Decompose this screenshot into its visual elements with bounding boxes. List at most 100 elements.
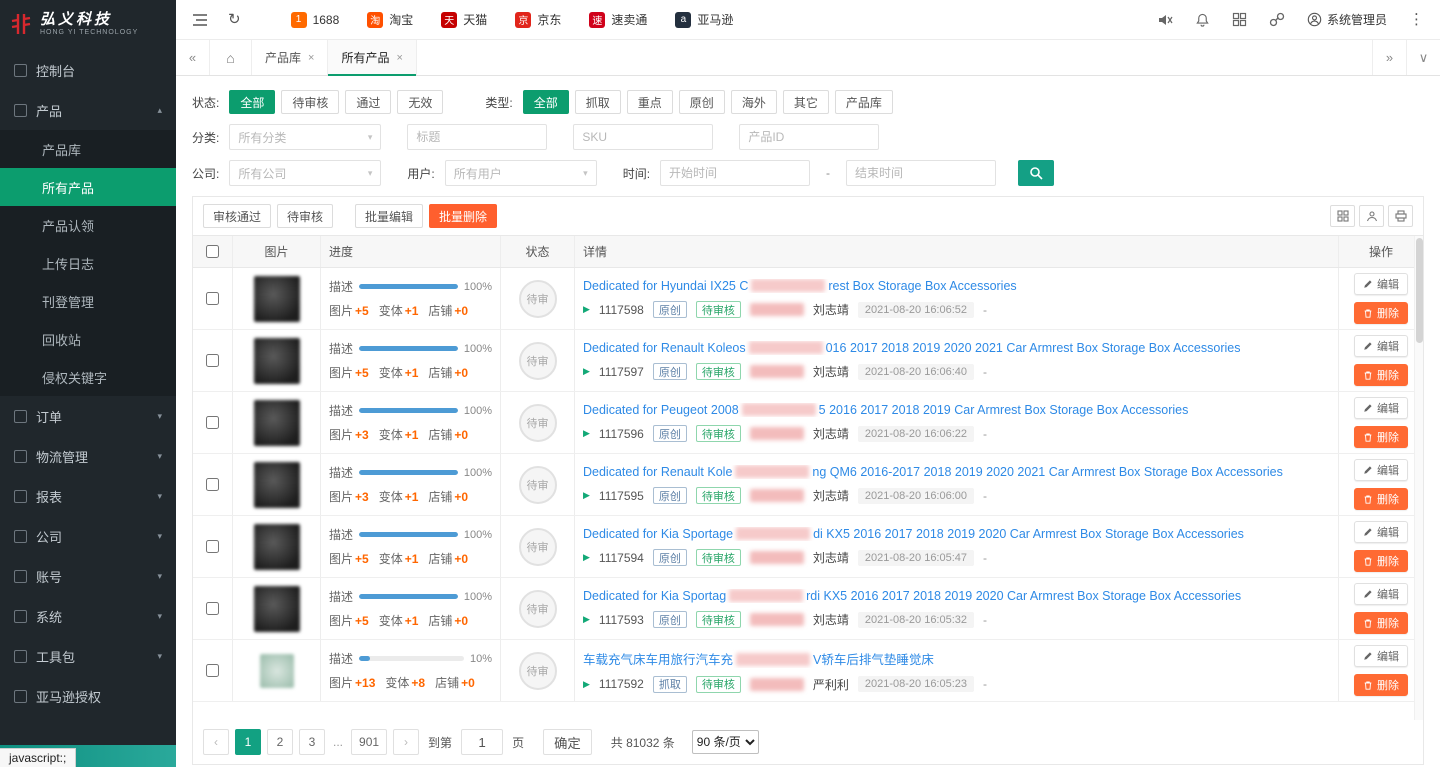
type-option-button[interactable]: 重点 [627, 90, 673, 114]
sidebar-subitem[interactable]: 产品库 [0, 130, 176, 168]
product-title-link[interactable]: Dedicated for Hyundai IX25 Crest Box Sto… [583, 279, 1017, 293]
pagination-page-button[interactable]: 901 [351, 729, 387, 755]
collapse-menu-icon[interactable] [192, 13, 208, 27]
search-button[interactable] [1018, 160, 1054, 186]
row-checkbox[interactable] [206, 416, 219, 429]
product-title-link[interactable]: Dedicated for Renault Koleng QM6 2016-20… [583, 465, 1283, 479]
pagination-page-button[interactable]: 2 [267, 729, 293, 755]
expand-play-icon[interactable]: ▶ [583, 304, 590, 315]
print-icon[interactable] [1388, 205, 1413, 227]
expand-play-icon[interactable]: ▶ [583, 679, 590, 690]
expand-play-icon[interactable]: ▶ [583, 614, 590, 625]
sku-input[interactable] [573, 124, 713, 150]
edit-button[interactable]: 编辑 [1354, 583, 1408, 605]
tab[interactable]: 所有产品× [328, 40, 416, 75]
type-option-button[interactable]: 产品库 [835, 90, 893, 114]
row-checkbox[interactable] [206, 664, 219, 677]
prev-page-button[interactable]: ‹ [203, 729, 229, 755]
row-checkbox[interactable] [206, 354, 219, 367]
delete-button[interactable]: 删除 [1354, 550, 1408, 572]
marketplace-link[interactable]: a亚马逊 [675, 11, 733, 28]
end-time-input[interactable] [846, 160, 996, 186]
sidebar-item[interactable]: 物流管理▾ [0, 436, 176, 476]
delete-button[interactable]: 删除 [1354, 302, 1408, 324]
pagination-page-button[interactable]: 3 [299, 729, 325, 755]
table-scrollbar[interactable] [1414, 236, 1423, 720]
edit-button[interactable]: 编辑 [1354, 459, 1408, 481]
logo[interactable]: 弘义科技 HONG YI TECHNOLOGY [0, 0, 176, 48]
delete-button[interactable]: 删除 [1354, 364, 1408, 386]
sidebar-item[interactable]: 系统▾ [0, 596, 176, 636]
sidebar-subitem[interactable]: 所有产品 [0, 168, 176, 206]
type-option-button[interactable]: 抓取 [575, 90, 621, 114]
refresh-icon[interactable]: ↻ [228, 12, 241, 27]
batch-delete-button[interactable]: 批量删除 [429, 204, 497, 228]
type-option-button[interactable]: 海外 [731, 90, 777, 114]
user-select[interactable]: 所有用户 ▾ [445, 160, 597, 186]
delete-button[interactable]: 删除 [1354, 488, 1408, 510]
bell-icon[interactable] [1195, 12, 1210, 28]
per-page-select[interactable]: 90 条/页 [692, 730, 759, 754]
sidebar-item[interactable]: 账号▾ [0, 556, 176, 596]
start-time-input[interactable] [660, 160, 810, 186]
expand-play-icon[interactable]: ▶ [583, 428, 590, 439]
batch-edit-button[interactable]: 批量编辑 [355, 204, 423, 228]
expand-play-icon[interactable]: ▶ [583, 552, 590, 563]
status-option-button[interactable]: 无效 [397, 90, 443, 114]
row-checkbox[interactable] [206, 602, 219, 615]
scrollbar-thumb[interactable] [1416, 238, 1423, 343]
close-icon[interactable]: × [308, 52, 314, 64]
edit-button[interactable]: 编辑 [1354, 521, 1408, 543]
volume-icon[interactable] [1157, 12, 1173, 28]
title-input[interactable] [407, 124, 547, 150]
row-checkbox[interactable] [206, 540, 219, 553]
product-title-link[interactable]: Dedicated for Kia Sportagedi KX5 2016 20… [583, 527, 1244, 541]
pending-button[interactable]: 待审核 [277, 204, 333, 228]
product-title-link[interactable]: Dedicated for Kia Sportagrdi KX5 2016 20… [583, 589, 1241, 603]
columns-icon[interactable] [1330, 205, 1355, 227]
tabs-scroll-left-icon[interactable]: « [176, 40, 210, 75]
tabs-scroll-right-icon[interactable]: » [1372, 40, 1406, 75]
confirm-page-button[interactable]: 确定 [543, 729, 592, 755]
status-option-button[interactable]: 待审核 [281, 90, 339, 114]
status-option-button[interactable]: 通过 [345, 90, 391, 114]
marketplace-link[interactable]: 速速卖通 [589, 11, 647, 28]
marketplace-link[interactable]: 天天猫 [441, 11, 487, 28]
approve-button[interactable]: 审核通过 [203, 204, 271, 228]
marketplace-link[interactable]: 京京东 [515, 11, 561, 28]
edit-button[interactable]: 编辑 [1354, 645, 1408, 667]
type-option-button[interactable]: 其它 [783, 90, 829, 114]
pagination-page-button[interactable]: 1 [235, 729, 261, 755]
export-icon[interactable] [1359, 205, 1384, 227]
delete-button[interactable]: 删除 [1354, 426, 1408, 448]
type-option-button[interactable]: 全部 [523, 90, 569, 114]
sidebar-subitem[interactable]: 刊登管理 [0, 282, 176, 320]
apps-grid-icon[interactable] [1232, 12, 1247, 27]
sidebar-subitem[interactable]: 侵权关键字 [0, 358, 176, 396]
sidebar-item[interactable]: 亚马逊授权 [0, 676, 176, 716]
row-checkbox[interactable] [206, 292, 219, 305]
tabs-menu-icon[interactable]: ∨ [1406, 40, 1440, 75]
edit-button[interactable]: 编辑 [1354, 273, 1408, 295]
marketplace-link[interactable]: 11688 [291, 11, 340, 28]
company-select[interactable]: 所有公司 ▾ [229, 160, 381, 186]
tab-home[interactable]: ⌂ [210, 40, 252, 75]
marketplace-link[interactable]: 淘淘宝 [367, 11, 413, 28]
type-option-button[interactable]: 原创 [679, 90, 725, 114]
product-id-input[interactable] [739, 124, 879, 150]
product-title-link[interactable]: 车载充气床车用旅行汽车充V轿车后排气垫睡觉床 [583, 649, 934, 668]
sidebar-item[interactable]: 工具包▾ [0, 636, 176, 676]
sidebar-subitem[interactable]: 产品认领 [0, 206, 176, 244]
sidebar-item[interactable]: 报表▾ [0, 476, 176, 516]
tab[interactable]: 产品库× [252, 40, 328, 75]
sidebar-item[interactable]: 公司▾ [0, 516, 176, 556]
sidebar-item[interactable]: 控制台 [0, 50, 176, 90]
category-select[interactable]: 所有分类 ▾ [229, 124, 381, 150]
select-all-checkbox[interactable] [206, 245, 219, 258]
sidebar-subitem[interactable]: 上传日志 [0, 244, 176, 282]
goto-page-input[interactable] [461, 729, 503, 755]
admin-menu[interactable]: 系统管理员 [1307, 11, 1387, 28]
edit-button[interactable]: 编辑 [1354, 397, 1408, 419]
edit-button[interactable]: 编辑 [1354, 335, 1408, 357]
delete-button[interactable]: 删除 [1354, 674, 1408, 696]
